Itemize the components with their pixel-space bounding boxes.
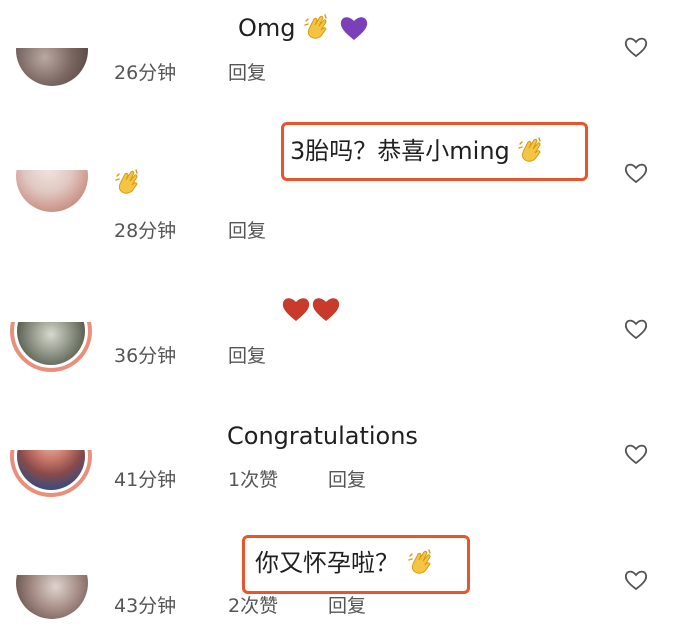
comment-text: Omg [238,12,369,44]
reply-button[interactable]: 回复 [328,591,366,618]
comment-time: 36分钟 [114,345,177,367]
blurred-username [0,110,90,170]
comment-text-second-line [114,167,142,199]
comment-time: 41分钟 [114,469,177,491]
comment-text-content: 你又怀孕啦？ [255,549,399,577]
like-count[interactable]: 2次赞 [228,591,278,618]
comment-text-content: Omg [238,14,296,42]
comment-text-content: Congratulations [227,422,418,450]
blurred-username [0,0,230,48]
comment-text-content: 3胎吗？恭喜小ming [290,137,510,165]
comment-text: Congratulations [227,420,418,452]
blurred-username [0,405,220,450]
comment-item: Congratulations 41分钟 1次赞 回复 [0,405,679,525]
clapping-hands-emoji-icon [518,137,542,162]
comment-item: 36分钟 回复 [0,280,679,390]
reply-button[interactable]: 回复 [228,341,266,368]
like-heart-icon[interactable] [623,316,649,342]
clapping-hands-emoji-icon [304,14,327,39]
like-heart-icon[interactable] [623,441,649,467]
reply-button[interactable]: 回复 [228,58,266,85]
comment-item: 3胎吗？恭喜小ming 28分钟 回复 [0,110,679,260]
red-heart-emoji-icon [282,298,310,321]
blurred-username [0,525,200,575]
comment-item: 你又怀孕啦？ 43分钟 2次赞 回复 [0,525,679,640]
red-heart-emoji-icon [312,298,340,321]
clapping-hands-emoji-icon [407,549,431,574]
like-heart-icon[interactable] [623,160,649,186]
reply-button[interactable]: 回复 [328,465,366,492]
purple-heart-emoji-icon [340,17,367,40]
comment-time: 28分钟 [114,220,177,242]
comment-text [281,293,341,325]
like-count[interactable]: 1次赞 [228,465,278,492]
blurred-username [0,280,280,322]
clapping-hands-emoji-icon [115,169,138,194]
comment-time: 43分钟 [114,595,177,617]
like-heart-icon[interactable] [623,34,649,60]
like-heart-icon[interactable] [623,567,649,593]
comment-time: 26分钟 [114,62,177,84]
comment-text: 3胎吗？恭喜小ming [290,135,545,167]
reply-button[interactable]: 回复 [228,216,266,243]
comment-text: 你又怀孕啦？ [255,547,435,579]
comment-item: Omg 26分钟 回复 [0,0,679,110]
